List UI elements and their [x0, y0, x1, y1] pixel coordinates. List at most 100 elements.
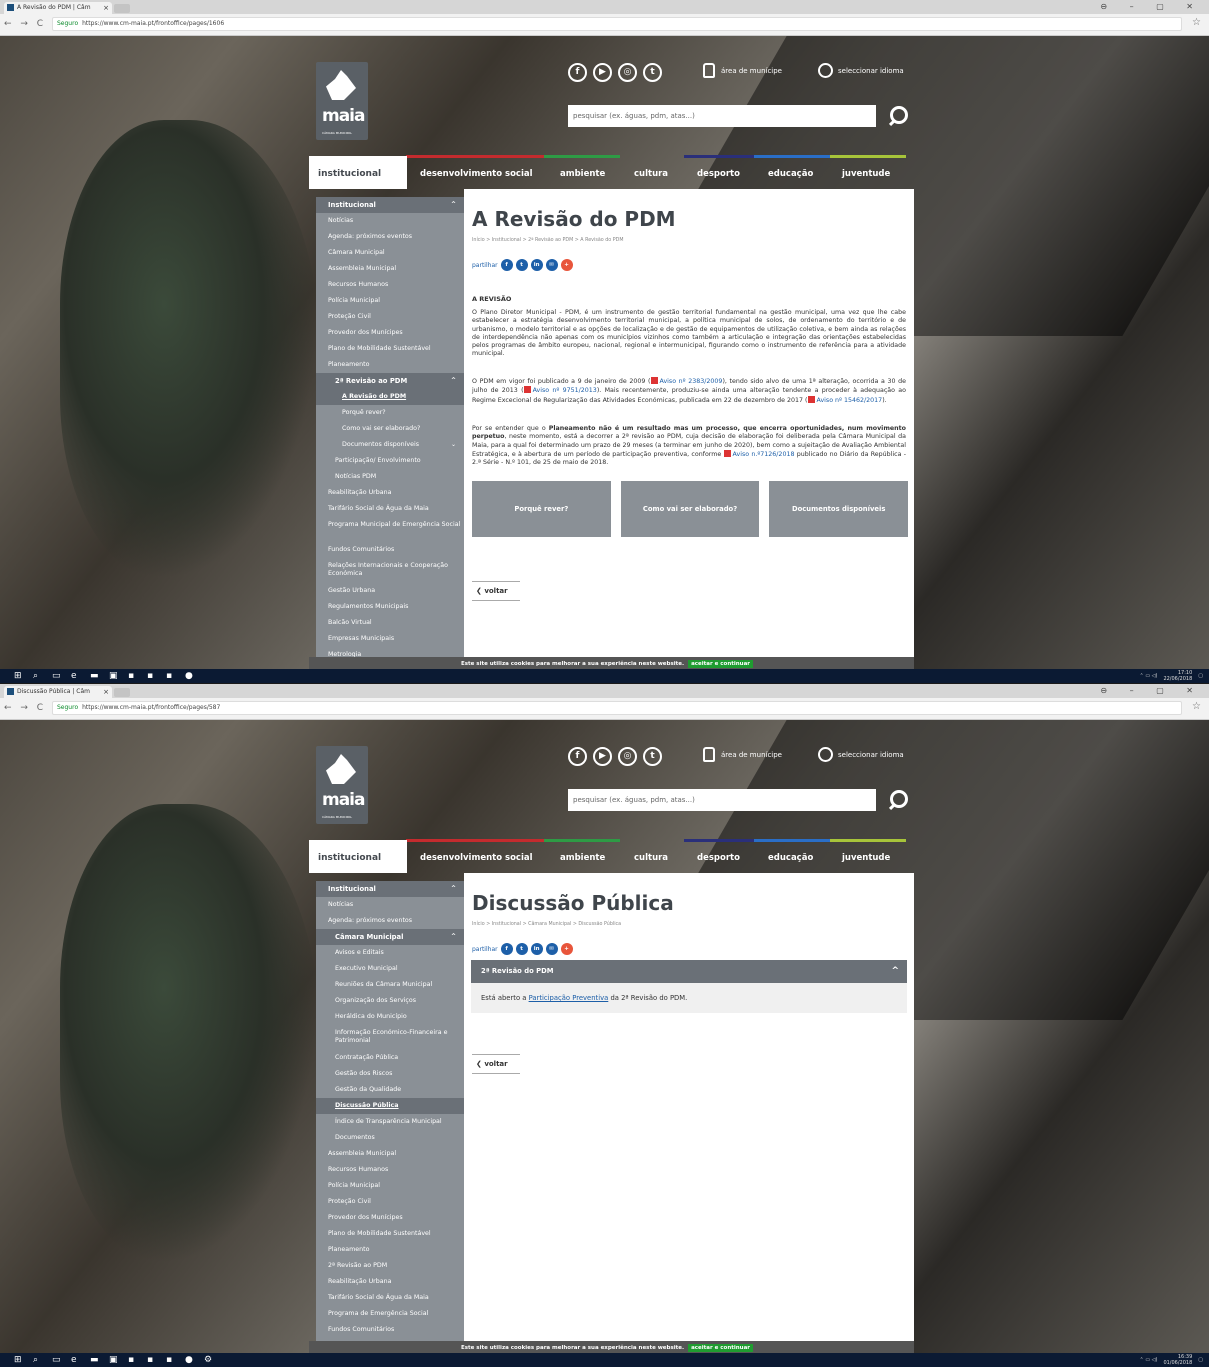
sidebar-item[interactable]: Recursos Humanos — [316, 277, 464, 293]
sidebar-item[interactable]: Plano de Mobilidade Sustentável — [316, 341, 464, 357]
edge-icon[interactable]: e — [71, 671, 81, 681]
store-icon[interactable]: ▣ — [109, 671, 119, 681]
menu-ambiente[interactable]: ambiente — [560, 840, 605, 873]
new-tab-button[interactable] — [114, 4, 130, 13]
notification-icon[interactable]: ▢ — [1198, 673, 1203, 679]
folder-icon[interactable]: ▬ — [90, 671, 100, 681]
outlook-icon[interactable]: ▪ — [128, 671, 138, 681]
box-documentos[interactable]: Documentos disponíveis — [769, 481, 909, 537]
sidebar-item[interactable]: Tarifário Social de Água da Maia — [316, 1290, 464, 1306]
sidebar-item[interactable]: Planeamento — [316, 357, 464, 373]
voltar-button[interactable]: ❮ voltar — [472, 581, 520, 601]
menu-desporto[interactable]: desporto — [697, 840, 740, 873]
word-icon[interactable]: ▪ — [166, 1355, 176, 1365]
maia-logo[interactable]: maia CÂMARA MUNICIPAL — [316, 746, 368, 824]
menu-juventude[interactable]: juventude — [842, 156, 890, 189]
word-icon[interactable]: ▪ — [166, 671, 176, 681]
sidebar-item[interactable]: Assembleia Municipal — [316, 1146, 464, 1162]
nav-arrows-icon[interactable]: ← → C — [4, 19, 46, 29]
sidebar-item[interactable]: Reabilitação Urbana — [316, 1274, 464, 1290]
sidebar-item[interactable]: Provedor dos Munícipes — [316, 325, 464, 341]
tray-icons[interactable]: ⌃ ▭ ◁) — [1140, 1357, 1158, 1363]
url-field[interactable]: Seguro https://www.cm-maia.pt/frontoffice… — [52, 701, 1182, 715]
sidebar-item[interactable]: Empresas Municipais — [316, 631, 464, 647]
sidebar-item[interactable]: Reabilitação Urbana — [316, 485, 464, 501]
windows-start-icon[interactable]: ⊞ — [14, 1355, 24, 1365]
sidebar-item[interactable]: Fundos Comunitários — [316, 542, 464, 558]
sidebar-item[interactable]: 2ª Revisão ao PDM ^ — [316, 373, 464, 389]
aviso-15462-link[interactable]: Aviso nº 15462/2017 — [817, 397, 883, 404]
instagram-icon[interactable]: ◎ — [618, 747, 637, 766]
menu-desenvolvimento-social[interactable]: desenvolvimento social — [420, 156, 533, 189]
sidebar-item[interactable]: Proteção Civil — [316, 1194, 464, 1210]
chrome-icon[interactable]: ● — [185, 671, 195, 681]
edge-icon[interactable]: e — [71, 1355, 81, 1365]
sidebar-item[interactable]: Reuniões da Câmara Municipal — [316, 977, 464, 993]
plus-share-icon[interactable]: + — [560, 943, 573, 955]
menu-cultura[interactable]: cultura — [634, 156, 668, 189]
sidebar-item[interactable]: Participação/ Envolvimento — [316, 453, 464, 469]
sidebar-item[interactable]: 2ª Revisão ao PDM — [316, 1258, 464, 1274]
cookie-accept-button[interactable]: aceitar e continuar — [688, 660, 754, 668]
search-icon[interactable]: ⌕ — [33, 1355, 43, 1365]
excel-icon[interactable]: ▪ — [147, 671, 157, 681]
search-input[interactable]: pesquisar (ex. águas, pdm, atas...) — [568, 789, 876, 811]
settings-icon[interactable]: ⚙ — [204, 1355, 214, 1365]
youtube-icon[interactable]: ▶ — [593, 747, 612, 766]
sidebar-item[interactable]: Plano de Mobilidade Sustentável — [316, 1226, 464, 1242]
search-icon[interactable] — [888, 788, 910, 810]
sidebar-item[interactable]: Polícia Municipal — [316, 293, 464, 309]
sidebar-item[interactable]: Planeamento — [316, 1242, 464, 1258]
tray-icons[interactable]: ⌃ ▭ ◁) — [1140, 673, 1158, 679]
cookie-accept-button[interactable]: aceitar e continuar — [688, 1344, 754, 1352]
sidebar-item[interactable]: Heráldica do Município — [316, 1009, 464, 1025]
window-controls[interactable]: ⊖ – ▢ ✕ — [1100, 684, 1203, 698]
sidebar-item[interactable]: Tarifário Social de Água da Maia — [316, 501, 464, 517]
sidebar-item[interactable]: Regulamentos Municipais — [316, 599, 464, 615]
search-input[interactable]: pesquisar (ex. águas, pdm, atas...) — [568, 105, 876, 127]
instagram-icon[interactable]: ◎ — [618, 63, 637, 82]
menu-desporto[interactable]: desporto — [697, 156, 740, 189]
menu-educacao[interactable]: educação — [768, 156, 813, 189]
twitter-share-icon[interactable]: t — [515, 943, 528, 955]
sidebar-item[interactable]: Relações Internacionais e Cooperação Eco… — [316, 558, 464, 583]
participacao-preventiva-link[interactable]: Participação Preventiva — [529, 994, 609, 1002]
sidebar-item[interactable]: Agenda: próximos eventos — [316, 229, 464, 245]
box-como-elaborado[interactable]: Como vai ser elaborado? — [620, 481, 760, 537]
linkedin-share-icon[interactable]: in — [530, 943, 543, 955]
sidebar-item[interactable]: Documentos disponíveis ⌄ — [316, 437, 464, 453]
box-porque-rever[interactable]: Porquê rever? — [472, 481, 611, 537]
sidebar-item[interactable]: Informação Económico-Financeira e Patrim… — [316, 1025, 464, 1050]
menu-desenvolvimento-social[interactable]: desenvolvimento social — [420, 840, 533, 873]
sidebar-item[interactable]: Notícias PDM — [316, 469, 464, 485]
sidebar-item[interactable]: Câmara Municipal — [316, 245, 464, 261]
outlook-icon[interactable]: ▪ — [128, 1355, 138, 1365]
sidebar-item[interactable]: Avisos e Editais — [316, 945, 464, 961]
windows-start-icon[interactable]: ⊞ — [14, 671, 24, 681]
sidebar-item[interactable]: Porquê rever? — [316, 405, 464, 421]
sidebar-item[interactable]: Executivo Municipal — [316, 961, 464, 977]
area-municipe-link[interactable]: área de munícipe — [703, 63, 782, 78]
clock[interactable]: 16:39 01/06/2018 — [1163, 1354, 1192, 1366]
area-municipe-link[interactable]: área de munícipe — [703, 747, 782, 762]
aviso-7126-link[interactable]: Aviso n.º7126/2018 — [733, 451, 795, 458]
nav-arrows-icon[interactable]: ← → C — [4, 703, 46, 713]
twitter-icon[interactable]: t — [643, 63, 662, 82]
sidebar-item[interactable]: Notícias — [316, 213, 464, 229]
browser-tab[interactable]: Discussão Pública | Câm × — [4, 686, 112, 698]
new-tab-button[interactable] — [114, 688, 130, 697]
sidebar-item[interactable]: Gestão da Qualidade — [316, 1082, 464, 1098]
search-icon[interactable]: ⌕ — [33, 671, 43, 681]
excel-icon[interactable]: ▪ — [147, 1355, 157, 1365]
bookmark-star-icon[interactable]: ☆ — [1192, 701, 1201, 712]
facebook-share-icon[interactable]: f — [500, 943, 513, 955]
sidebar-item[interactable]: Institucional ^ — [316, 197, 464, 213]
sidebar-item[interactable]: Gestão dos Riscos — [316, 1066, 464, 1082]
sidebar-item[interactable]: A Revisão do PDM — [316, 389, 464, 405]
sidebar-item[interactable]: Agenda: próximos eventos — [316, 913, 464, 929]
sidebar-item[interactable]: Proteção Civil — [316, 309, 464, 325]
facebook-share-icon[interactable]: f — [500, 259, 513, 271]
menu-educacao[interactable]: educação — [768, 840, 813, 873]
sidebar-item[interactable]: Programa Municipal de Emergência Social — [316, 517, 464, 542]
task-view-icon[interactable]: ▭ — [52, 1355, 62, 1365]
